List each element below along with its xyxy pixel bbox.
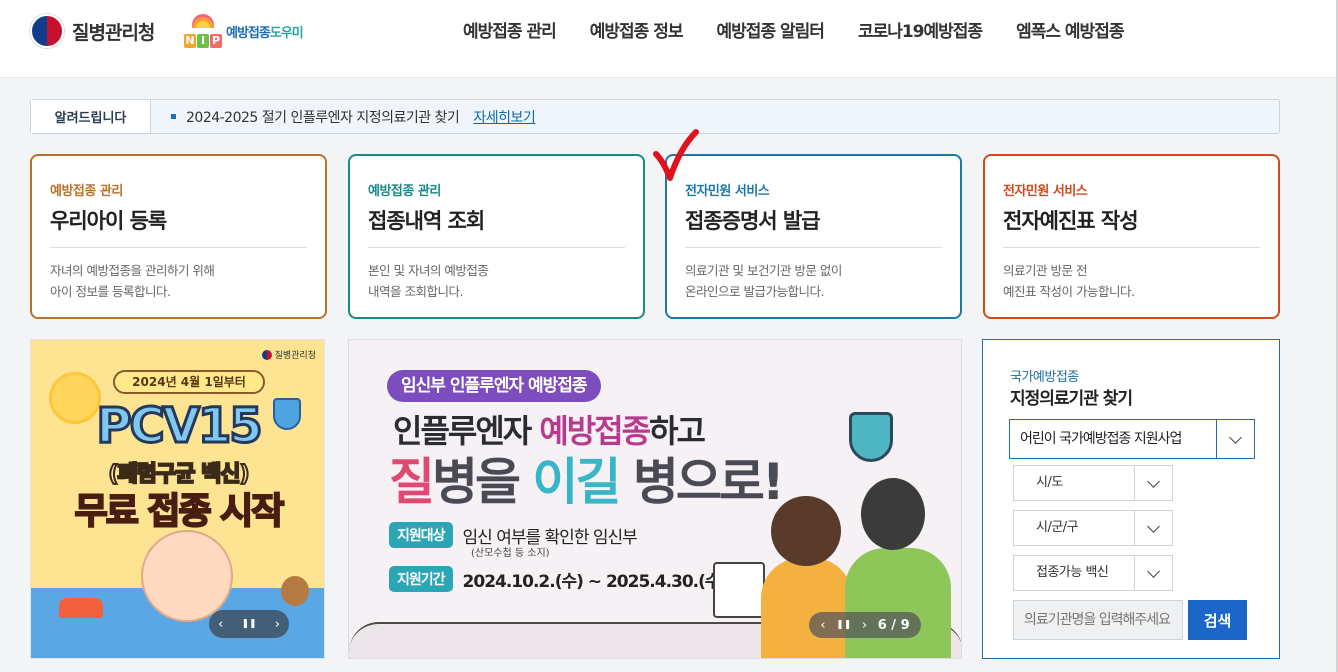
card-title: 접종증명서 발급 <box>685 205 942 248</box>
program-select[interactable]: 어린이 국가예방접종 지원사업 <box>1009 419 1255 459</box>
bullet-icon <box>171 114 176 119</box>
site-header: 질병관리청 N I P 예방접종도우미 예방접종 관리 예방접종 정보 예방접종… <box>0 0 1338 78</box>
next-slide-button[interactable]: › <box>275 617 280 632</box>
card-title: 접종내역 조회 <box>368 205 625 248</box>
vaccine-select[interactable]: 접종가능 백신 <box>1013 555 1173 591</box>
nav-mpox[interactable]: 엠폭스 예방접종 <box>999 18 1140 46</box>
card-category: 전자민원 서비스 <box>685 184 770 199</box>
card-category: 예방접종 관리 <box>368 184 441 199</box>
notice-detail-link[interactable]: 자세히보기 <box>473 107 535 127</box>
kdca-logo[interactable]: 질병관리청 <box>30 14 155 48</box>
pause-button[interactable]: ❚❚ <box>241 619 256 629</box>
card-description: 본인 및 자녀의 예방접종 내역을 조회합니다. <box>368 263 489 299</box>
calendar-illustration <box>713 562 765 618</box>
flu-slider-controls: ‹ ❚❚ › 6 / 9 <box>809 612 921 638</box>
search-title: 지정의료기관 찾기 <box>1010 389 1133 409</box>
pause-button[interactable]: ❚❚ <box>836 620 851 630</box>
card-title: 우리아이 등록 <box>50 205 307 248</box>
nip-logo[interactable]: N I P 예방접종도우미 <box>184 14 304 48</box>
flu-pill-title: 임신부 인플루엔자 예방접종 <box>387 370 601 402</box>
vaccine-select-value: 접종가능 백신 <box>1014 556 1135 590</box>
teddy-bear-illustration <box>281 576 309 606</box>
taegeuk-emblem-icon <box>261 349 272 360</box>
chevron-down-icon[interactable] <box>1135 466 1172 500</box>
pcv-tagline: 무료 접종 시작 <box>74 490 286 533</box>
pcv-slider-controls: ‹ ❚❚ › <box>209 610 289 638</box>
card-child-register[interactable]: 예방접종 관리 우리아이 등록 자녀의 예방접종을 관리하기 위해 아이 정보를… <box>30 154 327 319</box>
card-description: 의료기관 및 보건기관 방문 없이 온라인으로 발급가능합니다. <box>685 263 842 299</box>
baby-illustration <box>141 530 233 622</box>
search-category: 국가예방접종 <box>1010 370 1079 385</box>
card-category: 전자민원 서비스 <box>1003 184 1088 199</box>
sido-select-value: 시/도 <box>1014 466 1135 500</box>
taegeuk-emblem-icon <box>30 14 64 48</box>
sigungu-select-value: 시/군/구 <box>1014 511 1135 545</box>
slide-counter: 6 / 9 <box>877 617 910 633</box>
shield-check-icon <box>849 412 893 462</box>
period-tag: 지원기간 <box>389 566 453 592</box>
card-e-questionnaire[interactable]: 전자민원 서비스 전자예진표 작성 의료기관 방문 전 예진표 작성이 가능합니… <box>983 154 1280 319</box>
sido-select[interactable]: 시/도 <box>1013 465 1173 501</box>
prev-slide-button[interactable]: ‹ <box>218 617 223 632</box>
notice-text[interactable]: 2024-2025 절기 인플루엔자 지정의료기관 찾기 <box>186 107 460 127</box>
nav-vaccination-management[interactable]: 예방접종 관리 <box>446 18 573 46</box>
shield-icon <box>273 398 301 430</box>
nav-covid19[interactable]: 코로나19예방접종 <box>841 18 999 46</box>
nav-vaccination-info[interactable]: 예방접종 정보 <box>573 18 700 46</box>
nip-letter-i: I <box>197 34 209 48</box>
clinic-name-input[interactable] <box>1013 600 1183 640</box>
car-illustration <box>59 598 103 618</box>
card-history-lookup[interactable]: 예방접종 관리 접종내역 조회 본인 및 자녀의 예방접종 내역을 조회합니다. <box>348 154 645 319</box>
clinic-search-panel: 국가예방접종 지정의료기관 찾기 어린이 국가예방접종 지원사업 시/도 시/군… <box>982 339 1280 659</box>
period-value: 2024.10.2.(수) ~ 2025.4.30.(수) <box>462 571 728 592</box>
chevron-down-icon[interactable] <box>1217 420 1254 458</box>
flu-headline-2: 질병을 이길 병으로! <box>389 453 785 511</box>
sigungu-select[interactable]: 시/군/구 <box>1013 510 1173 546</box>
flu-period-row: 지원기간 2024.10.2.(수) ~ 2025.4.30.(수) <box>389 566 728 592</box>
target-tag: 지원대상 <box>389 522 453 548</box>
flu-pregnant-banner[interactable]: 임신부 인플루엔자 예방접종 인플루엔자 예방접종하고 질병을 이길 병으로! … <box>348 339 962 659</box>
program-select-value: 어린이 국가예방접종 지원사업 <box>1010 420 1217 458</box>
nip-letter-n: N <box>184 34 196 48</box>
target-note: (산모수첩 등 소지) <box>471 548 550 559</box>
chevron-down-icon[interactable] <box>1135 556 1172 590</box>
chevron-down-icon[interactable] <box>1135 511 1172 545</box>
search-button[interactable]: 검색 <box>1188 600 1247 640</box>
card-description: 자녀의 예방접종을 관리하기 위해 아이 정보를 등록합니다. <box>50 263 215 299</box>
pcv-start-date: 2024년 4월 1일부터 <box>113 370 265 394</box>
nip-letter-p: P <box>210 34 222 48</box>
card-certificate-issue[interactable]: 전자민원 서비스 접종증명서 발급 의료기관 및 보건기관 방문 없이 온라인으… <box>665 154 962 319</box>
card-description: 의료기관 방문 전 예진표 작성이 가능합니다. <box>1003 263 1135 299</box>
banner-brand: 질병관리청 <box>261 348 316 361</box>
red-checkmark-icon <box>653 129 699 181</box>
card-title: 전자예진표 작성 <box>1003 205 1260 248</box>
nip-sun-icon: N I P <box>184 14 222 48</box>
main-nav: 예방접종 관리 예방접종 정보 예방접종 알림터 코로나19예방접종 엠폭스 예… <box>446 18 1140 46</box>
notice-title: 알려드립니다 <box>31 100 151 133</box>
nav-vaccination-notice[interactable]: 예방접종 알림터 <box>700 18 841 46</box>
prev-slide-button[interactable]: ‹ <box>820 618 825 633</box>
card-category: 예방접종 관리 <box>50 184 123 199</box>
next-slide-button[interactable]: › <box>862 618 867 633</box>
pcv15-banner[interactable]: 질병관리청 2024년 4월 1일부터 PCV15 (폐렴구균 백신) 무료 접… <box>30 339 325 659</box>
org-name: 질병관리청 <box>72 21 155 44</box>
nip-site-name: 예방접종도우미 <box>226 25 304 41</box>
